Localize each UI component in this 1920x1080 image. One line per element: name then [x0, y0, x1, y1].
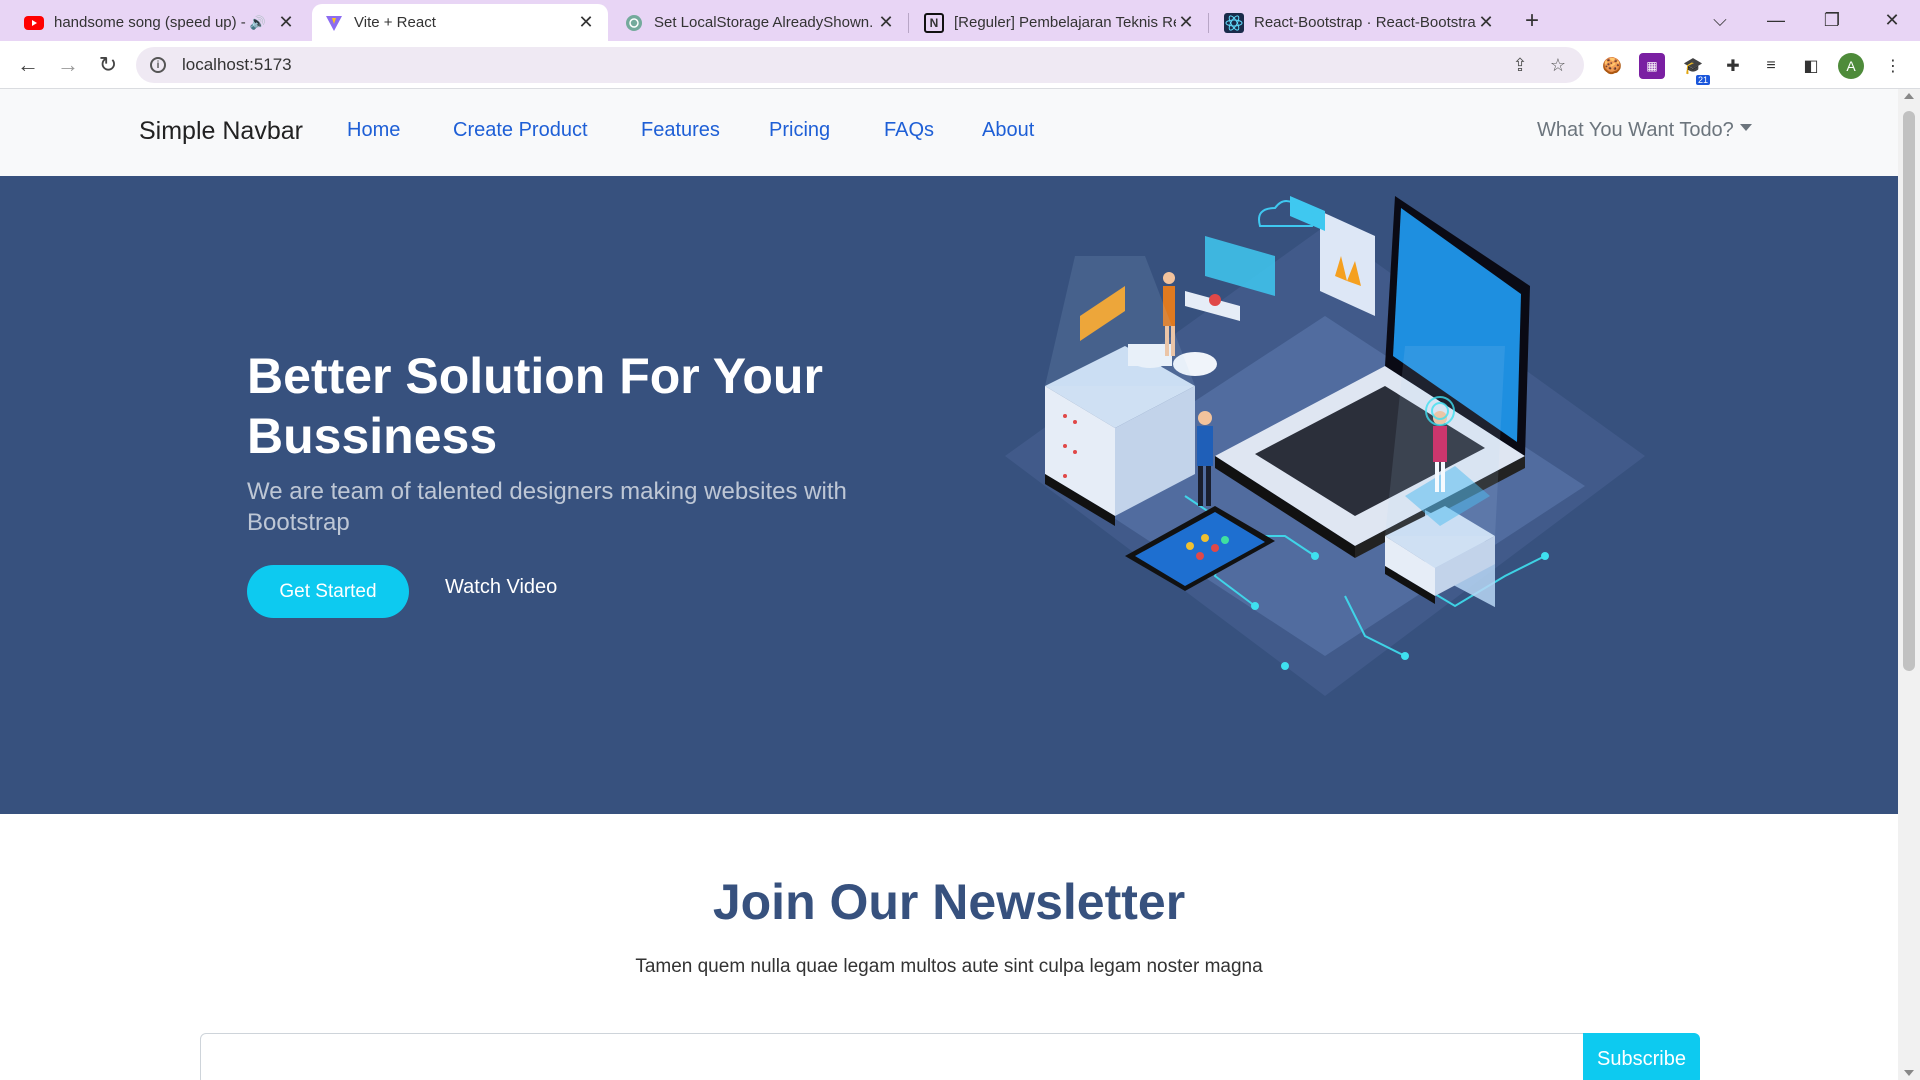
- share-icon[interactable]: ⇪: [1508, 53, 1532, 77]
- todo-dropdown[interactable]: What You Want Todo?: [1537, 119, 1752, 142]
- hero-title: Better Solution For Your Bussiness: [247, 348, 823, 464]
- get-started-button[interactable]: Get Started: [247, 565, 409, 618]
- hero-section: Better Solution For Your Bussiness We ar…: [0, 176, 1898, 814]
- tab-chatgpt[interactable]: Set LocalStorage AlreadyShown. ✕: [612, 4, 908, 41]
- subscribe-button[interactable]: Subscribe: [1583, 1033, 1700, 1080]
- address-bar: ← → ↻ i localhost:5173 ⇪ ☆ 🍪 ▦ 🎓 21 ✚ ≡ …: [0, 41, 1920, 89]
- cookie-extension-icon[interactable]: 🍪: [1599, 53, 1625, 79]
- hero-subtitle: We are team of talented designers making…: [247, 478, 847, 536]
- new-tab-button[interactable]: +: [1504, 0, 1560, 41]
- caret-down-icon: [1739, 124, 1752, 132]
- graduation-extension-icon[interactable]: 🎓 21: [1680, 53, 1710, 85]
- newsletter-description: Tamen quem nulla quae legam multos aute …: [635, 956, 1263, 977]
- extension-icon[interactable]: ▦: [1639, 53, 1665, 79]
- tab-youtube[interactable]: handsome song (speed up) - 🔊 ✕: [12, 4, 308, 41]
- restore-button[interactable]: ❐: [1804, 0, 1860, 41]
- nav-link-home[interactable]: Home: [347, 119, 400, 142]
- nav-link-create-product[interactable]: Create Product: [453, 119, 588, 142]
- extension-badge: 21: [1695, 75, 1710, 85]
- tab-title: [Reguler] Pembelajaran Teknis Re: [954, 14, 1176, 31]
- close-icon[interactable]: ✕: [1476, 12, 1496, 33]
- side-panel-icon[interactable]: ◧: [1798, 53, 1824, 79]
- speaker-icon[interactable]: 🔊: [250, 15, 266, 31]
- page-viewport: Simple Navbar Home Create Product Featur…: [0, 89, 1898, 1080]
- navbar-brand[interactable]: Simple Navbar: [139, 117, 303, 146]
- newsletter-email-input[interactable]: [200, 1033, 1584, 1080]
- close-window-button[interactable]: ✕: [1864, 0, 1920, 41]
- reload-icon[interactable]: ↻: [92, 49, 124, 81]
- media-control-icon[interactable]: ≡: [1758, 53, 1784, 79]
- close-icon[interactable]: ✕: [1176, 12, 1196, 33]
- nav-link-pricing[interactable]: Pricing: [769, 119, 830, 142]
- vite-icon: [324, 13, 344, 33]
- tab-search-chevron-icon[interactable]: ⌵: [1692, 0, 1748, 41]
- profile-avatar[interactable]: A: [1838, 53, 1864, 79]
- bookmark-star-icon[interactable]: ☆: [1546, 53, 1570, 77]
- nav-link-faqs[interactable]: FAQs: [884, 119, 934, 142]
- scrollbar-thumb[interactable]: [1903, 111, 1915, 671]
- tab-notion[interactable]: N [Reguler] Pembelajaran Teknis Re ✕: [912, 4, 1208, 41]
- newsletter-title: Join Our Newsletter: [712, 874, 1186, 930]
- notion-icon: N: [924, 12, 944, 33]
- puzzle-extensions-icon[interactable]: ✚: [1720, 53, 1746, 79]
- omnibox[interactable]: i localhost:5173 ⇪ ☆: [136, 47, 1584, 83]
- tab-title: React-Bootstrap · React-Bootstrap: [1254, 14, 1476, 31]
- close-icon[interactable]: ✕: [276, 12, 296, 33]
- hero-illustration: [1005, 196, 1645, 696]
- back-arrow-icon[interactable]: ←: [12, 49, 44, 81]
- tab-title: Vite + React: [354, 14, 436, 31]
- chatgpt-icon: [624, 13, 644, 33]
- scroll-up-arrow-icon[interactable]: [1904, 93, 1914, 99]
- close-icon[interactable]: ✕: [576, 12, 596, 33]
- todo-dropdown-label: What You Want Todo?: [1537, 119, 1734, 141]
- tab-react-bootstrap[interactable]: React-Bootstrap · React-Bootstrap ✕: [1212, 4, 1508, 41]
- nav-link-features[interactable]: Features: [641, 119, 720, 142]
- more-menu-icon[interactable]: ⋮: [1880, 53, 1906, 79]
- forward-arrow-icon[interactable]: →: [52, 49, 84, 81]
- url-text[interactable]: localhost:5173: [182, 55, 292, 75]
- youtube-icon: [24, 13, 44, 33]
- tab-title: Set LocalStorage AlreadyShown.: [654, 14, 874, 31]
- watch-video-button[interactable]: Watch Video: [445, 576, 557, 599]
- tab-title: handsome song (speed up) -: [54, 14, 246, 31]
- nav-link-about[interactable]: About: [982, 119, 1034, 142]
- tab-vite-react[interactable]: Vite + React ✕: [312, 4, 608, 41]
- close-icon[interactable]: ✕: [876, 12, 896, 33]
- tab-strip: handsome song (speed up) - 🔊 ✕ Vite + Re…: [0, 0, 1920, 41]
- react-bootstrap-icon: [1224, 12, 1244, 33]
- scroll-down-arrow-icon[interactable]: [1904, 1070, 1914, 1076]
- minimize-button[interactable]: —: [1748, 0, 1804, 41]
- site-navbar: Simple Navbar Home Create Product Featur…: [0, 89, 1898, 176]
- site-info-icon[interactable]: i: [150, 57, 166, 73]
- page-scrollbar[interactable]: [1898, 89, 1920, 1080]
